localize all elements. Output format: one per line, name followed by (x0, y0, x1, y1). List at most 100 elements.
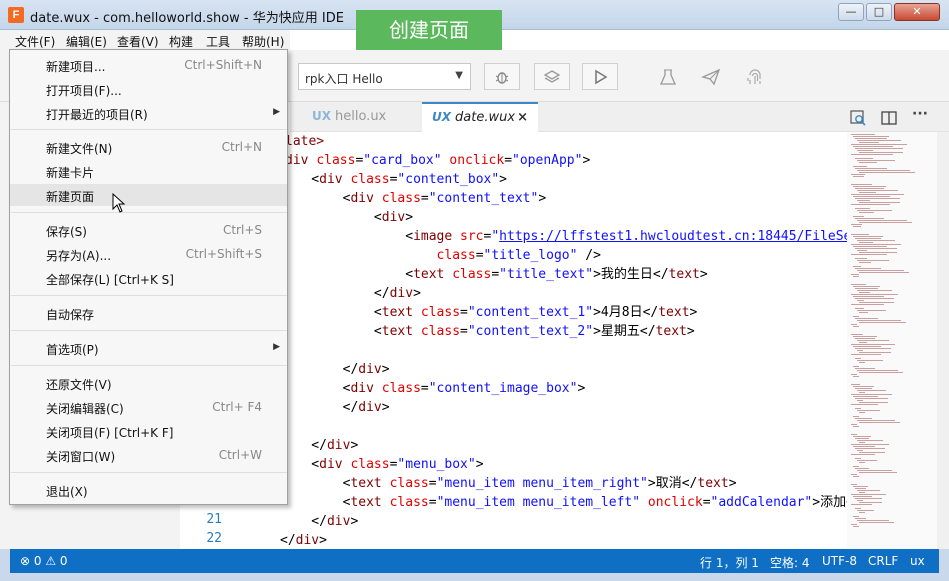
cursor-position[interactable]: 行 1，列 1 (700, 554, 759, 571)
indentation-setting[interactable]: 空格: 4 (770, 554, 810, 571)
file-menu-item[interactable]: 关闭窗口(W) Ctrl+W (10, 444, 287, 466)
line-ending[interactable]: CRLF (868, 554, 898, 568)
minimap-line (857, 470, 892, 471)
code-line[interactable]: </div> (280, 512, 358, 531)
minimap-line (851, 404, 878, 405)
close-window-button[interactable]: ✕ (894, 3, 940, 21)
play-icon[interactable] (582, 63, 618, 90)
fingerprint-icon[interactable] (740, 63, 770, 90)
code-token: div (358, 362, 382, 377)
code-line[interactable]: <div class="content_box"> (280, 170, 507, 189)
minimap-line (851, 504, 872, 505)
minimap-line (859, 222, 912, 223)
bug-icon[interactable] (484, 63, 520, 90)
code-token: div (285, 153, 317, 168)
minimap-line (851, 374, 857, 375)
layers-icon[interactable] (534, 63, 570, 90)
menu-edit[interactable]: 编辑(E) (66, 33, 107, 50)
code-line[interactable]: <div class="content_text"> (280, 189, 547, 208)
code-token: class (436, 248, 476, 263)
file-menu-item[interactable]: 关闭项目(F) [Ctrl+K F] (10, 420, 287, 442)
rpk-entry-value: rpk入口 Hello (305, 72, 383, 86)
code-token: " (491, 229, 500, 244)
code-token: "content_box" (397, 172, 500, 187)
code-line[interactable]: <text class="menu_item menu_item_right">… (280, 474, 737, 493)
menu-separator (11, 365, 287, 366)
file-menu-item[interactable]: 新建页面 (10, 184, 287, 206)
minimap-line (853, 516, 859, 517)
file-menu-item[interactable]: 另存为(A)... Ctrl+Shift+S (10, 243, 287, 265)
code-token: /> (577, 248, 601, 263)
minimap-line (853, 326, 859, 327)
minimap-line (853, 346, 881, 347)
more-icon[interactable]: ··· (910, 106, 930, 124)
minimap-line (859, 372, 903, 373)
minimap-line (855, 238, 881, 239)
file-menu-item[interactable]: 打开项目(F)... (10, 78, 287, 100)
minimap-line (857, 320, 901, 321)
file-menu-item[interactable]: 打开最近的项目(R) ▶ (10, 102, 287, 124)
code-token: "menu_item menu_item_left" (436, 495, 641, 510)
code-line[interactable]: <text class="title_text">我的生日</text> (280, 265, 708, 284)
code-token: class (389, 495, 429, 510)
minimap-line (859, 502, 882, 503)
menu-build[interactable]: 构建 (169, 33, 193, 50)
mouse-cursor-icon (112, 193, 126, 213)
maximize-button[interactable]: □ (866, 3, 892, 21)
code-line[interactable]: </div> (280, 398, 390, 417)
file-encoding[interactable]: UTF-8 (822, 554, 857, 568)
tab-date-wux[interactable]: UX date.wux × (422, 102, 538, 132)
code-line[interactable]: </div> (280, 531, 327, 549)
flask-icon[interactable] (653, 63, 683, 90)
minimap-line (859, 462, 865, 463)
minimap-line (859, 192, 876, 193)
code-line[interactable]: <text class="content_text_2">星期五</text> (280, 322, 695, 341)
minimap-line (851, 494, 886, 495)
code-token: < (280, 495, 351, 510)
code-line[interactable]: <image src="https://lffstest1.hwcloudtes… (280, 227, 847, 246)
problems-indicator[interactable]: ⊗ 0 ⚠ 0 (20, 554, 68, 568)
preview-search-icon[interactable] (848, 109, 868, 127)
send-icon[interactable] (696, 63, 726, 90)
code-line[interactable]: <text class="content_text_1">4月8日</text> (280, 303, 697, 322)
minimap[interactable] (847, 132, 937, 549)
code-line[interactable]: class="title_logo" /> (280, 246, 601, 265)
file-menu-item[interactable]: 还原文件(V) (10, 372, 287, 394)
file-menu-item[interactable]: 新建项目... Ctrl+Shift+N (10, 54, 287, 76)
file-menu-item[interactable]: 自动保存 (10, 302, 287, 324)
minimize-button[interactable]: — (838, 3, 864, 21)
code-token: class (381, 381, 421, 396)
code-line[interactable]: div class="card_box" onclick="openApp"> (285, 151, 590, 170)
file-menu-item[interactable]: 退出(X) (10, 479, 287, 501)
minimap-line (859, 352, 891, 353)
language-mode[interactable]: ux (910, 554, 925, 568)
file-menu-item[interactable]: 新建卡片 (10, 160, 287, 182)
file-menu-item[interactable]: 新建文件(N) Ctrl+N (10, 136, 287, 158)
code-line[interactable]: </div> (280, 436, 358, 455)
split-editor-icon[interactable] (879, 109, 899, 127)
menu-tools[interactable]: 工具 (206, 33, 230, 50)
rpk-entry-select[interactable]: rpk入口 Hello ▼ (298, 63, 471, 90)
file-menu-item[interactable]: 首选项(P) ▶ (10, 337, 287, 359)
code-editor[interactable]: late> div class="card_box" onclick="openA… (252, 132, 847, 549)
menu-help[interactable]: 帮助(H) (242, 33, 284, 50)
file-menu-item[interactable]: 保存(S) Ctrl+S (10, 219, 287, 241)
close-tab-icon[interactable]: × (517, 110, 528, 125)
file-menu-item[interactable]: 关闭编辑器(C) Ctrl+ F4 (10, 396, 287, 418)
code-line[interactable]: </div> (280, 360, 390, 379)
vertical-scrollbar[interactable] (937, 132, 949, 549)
code-line[interactable]: </div> (280, 284, 421, 303)
file-menu-item[interactable]: 全部保存(L) [Ctrl+K S] (10, 267, 287, 289)
minimap-line (853, 486, 868, 487)
code-line[interactable]: late> (285, 132, 324, 151)
menu-file[interactable]: 文件(F) (15, 33, 55, 50)
minimap-line (855, 248, 897, 249)
code-line[interactable]: <div> (280, 208, 413, 227)
minimap-line (851, 334, 863, 335)
code-line[interactable]: <div class="content_image_box"> (280, 379, 586, 398)
menu-view[interactable]: 查看(V) (117, 33, 159, 50)
code-line[interactable]: <text class="menu_item menu_item_left" o… (280, 493, 847, 512)
code-token: >星期五</ (593, 324, 656, 339)
code-line[interactable]: <div class="menu_box"> (280, 455, 483, 474)
minimap-line (859, 292, 870, 293)
